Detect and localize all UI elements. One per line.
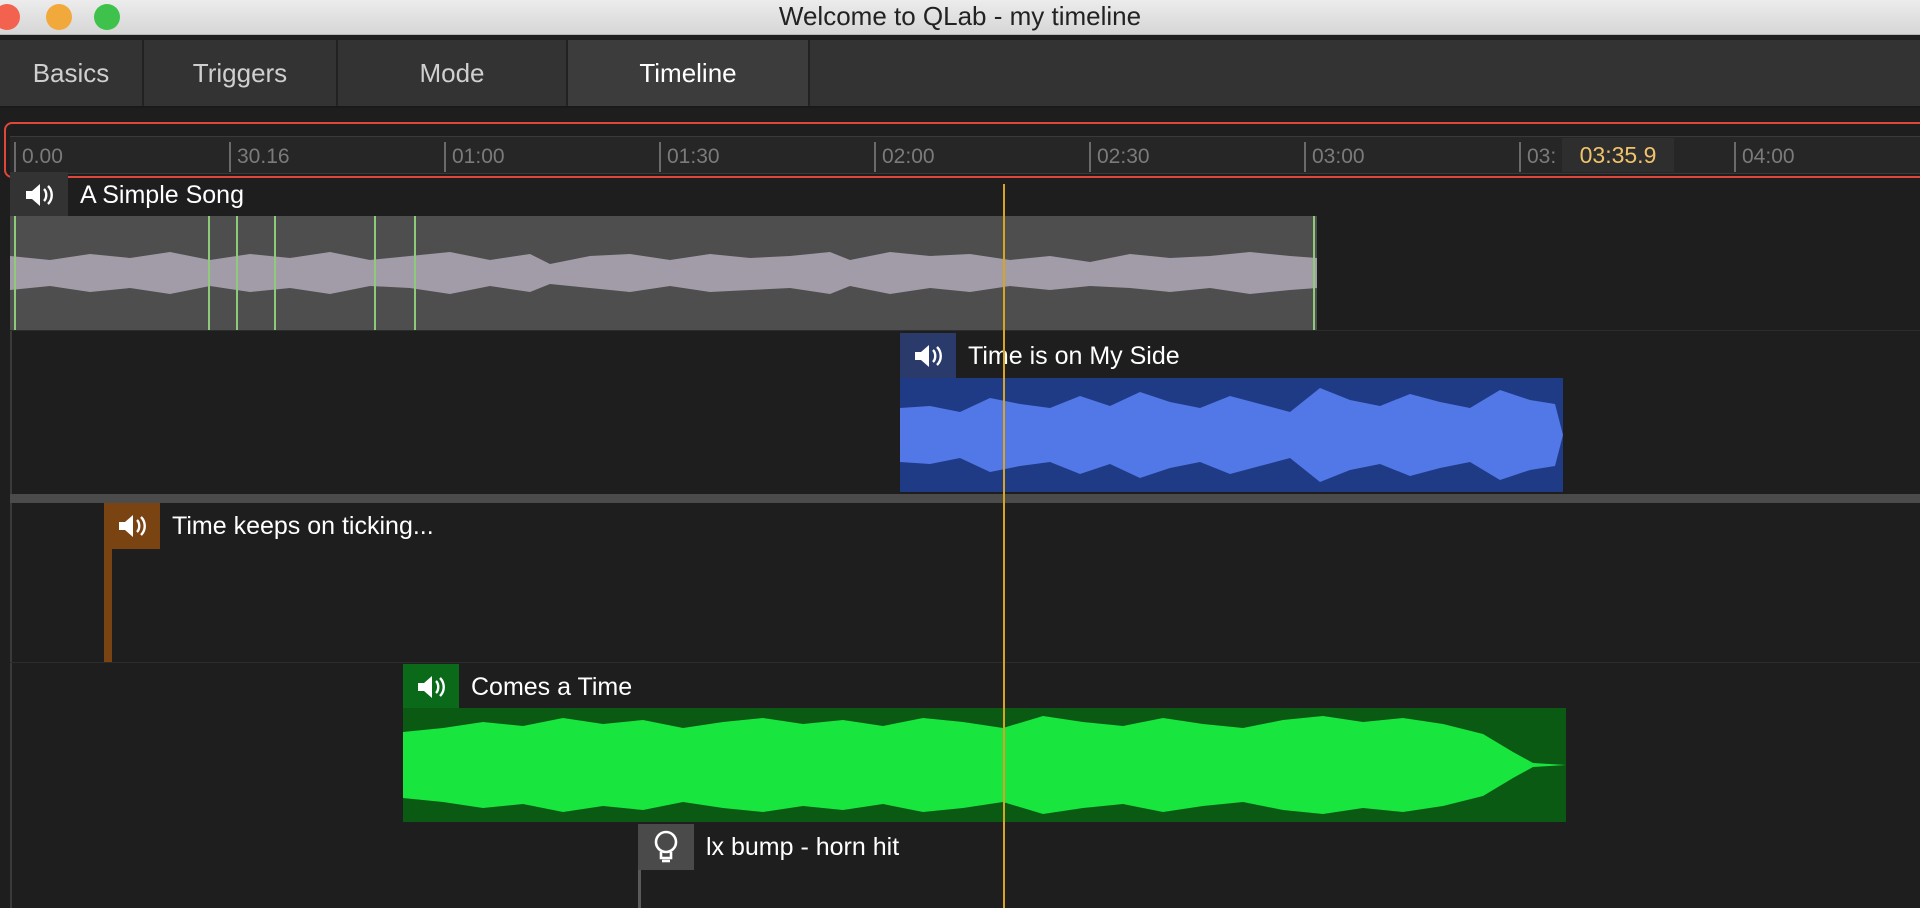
tab-triggers[interactable]: Triggers [144, 40, 338, 106]
speaker-icon [104, 503, 160, 549]
inspector-tab-bar: Basics Triggers Mode Timeline [0, 40, 1920, 108]
slice-marker[interactable] [208, 216, 210, 330]
waveform-time-keeps-on-ticking[interactable] [104, 549, 112, 662]
waveform-a-simple-song[interactable] [10, 216, 1317, 330]
slice-marker[interactable] [414, 216, 416, 330]
cue-title: Comes a Time [471, 672, 633, 701]
speaker-icon [403, 664, 459, 710]
speaker-icon [10, 172, 68, 218]
tab-basics[interactable]: Basics [0, 40, 144, 106]
speaker-icon [900, 333, 956, 379]
playhead[interactable] [1003, 184, 1005, 908]
ruler-highlight-frame [4, 122, 1920, 178]
slice-marker[interactable] [1313, 216, 1315, 330]
cue-header[interactable]: Time keeps on ticking... [104, 503, 434, 549]
title-bar: Welcome to QLab - my timeline [0, 0, 1920, 35]
cue-title: A Simple Song [80, 180, 244, 209]
tab-timeline[interactable]: Timeline [568, 40, 810, 106]
cue-title: Time keeps on ticking... [172, 511, 434, 540]
cue-header[interactable]: lx bump - horn hit [638, 824, 899, 870]
cue-header[interactable]: Comes a Time [403, 664, 632, 710]
track-divider [10, 662, 1920, 663]
cue-title: lx bump - horn hit [706, 832, 900, 861]
cue-header[interactable]: A Simple Song [10, 172, 244, 218]
waveform-comes-a-time[interactable] [403, 708, 1566, 822]
waveform-time-is-on-my-side[interactable] [900, 378, 1563, 492]
light-cue-marker[interactable] [638, 870, 641, 908]
slice-marker[interactable] [14, 216, 16, 330]
slice-marker[interactable] [236, 216, 238, 330]
track-divider [10, 330, 1920, 331]
group-divider [10, 494, 1920, 503]
slice-marker[interactable] [274, 216, 276, 330]
lightbulb-icon [638, 824, 694, 870]
cue-title: Time is on My Side [968, 341, 1180, 370]
slice-marker[interactable] [374, 216, 376, 330]
window-title: Welcome to QLab - my timeline [778, 1, 1142, 31]
cue-header[interactable]: Time is on My Side [900, 333, 1180, 379]
tab-mode[interactable]: Mode [338, 40, 568, 106]
